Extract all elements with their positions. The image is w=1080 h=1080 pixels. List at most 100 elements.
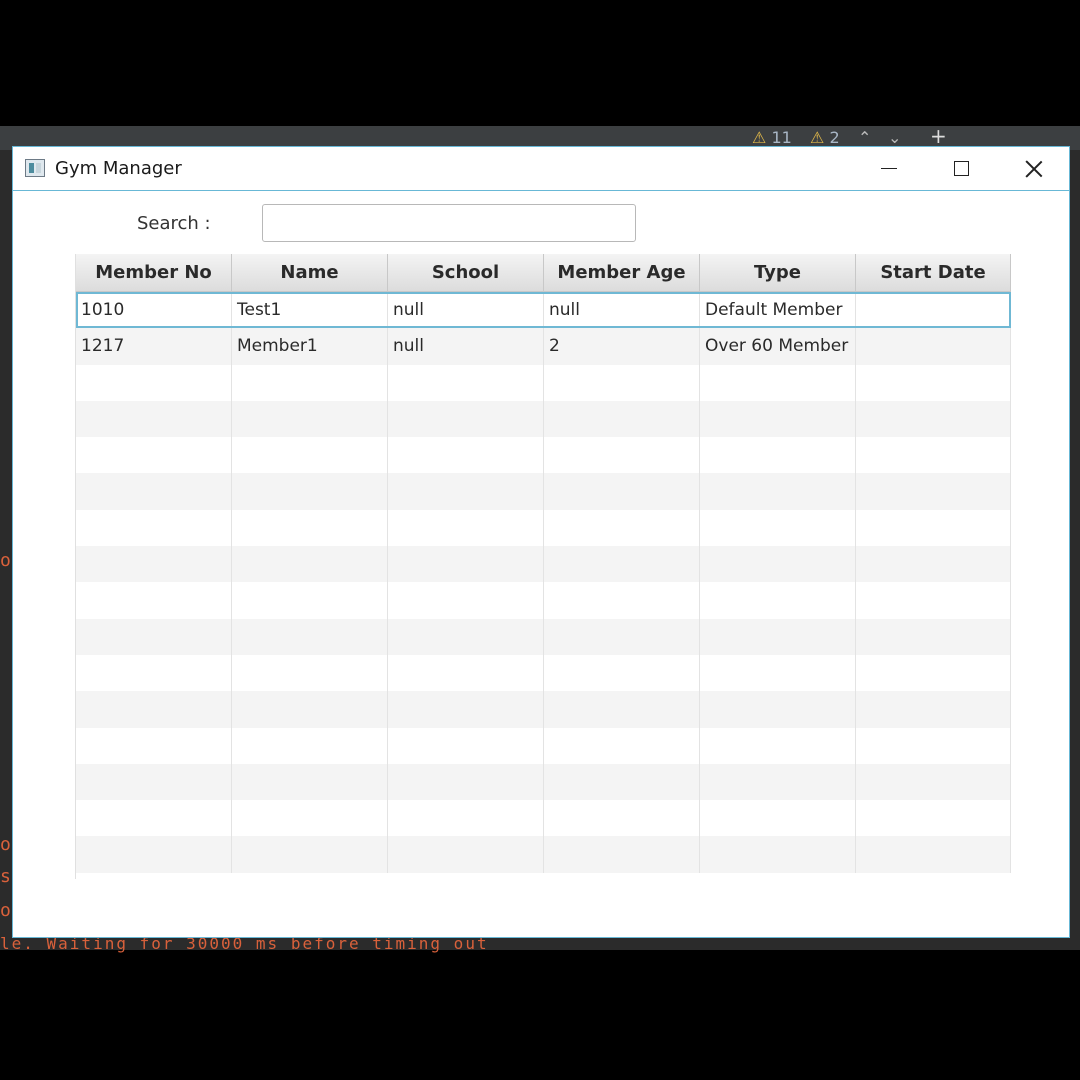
empty-table-row[interactable]	[76, 582, 1011, 619]
table-cell	[232, 618, 388, 655]
column-header-school[interactable]: School	[388, 254, 544, 292]
empty-table-row[interactable]	[76, 473, 1011, 510]
empty-table-row[interactable]	[76, 400, 1011, 438]
table-cell	[544, 691, 700, 728]
table-cell	[232, 400, 388, 438]
empty-table-row[interactable]	[76, 618, 1011, 655]
table-cell	[544, 364, 700, 401]
chevron-down-icon[interactable]: ⌄	[888, 128, 901, 147]
table-cell	[700, 400, 856, 438]
table-cell	[388, 654, 544, 692]
console-char: s	[0, 866, 11, 887]
column-header-start-date[interactable]: Start Date	[856, 254, 1011, 292]
table-cell: Default Member	[700, 292, 856, 329]
table-cell: null	[388, 292, 544, 329]
table-cell: null	[544, 292, 700, 329]
table-cell	[76, 691, 232, 728]
table-cell	[700, 582, 856, 619]
minimize-button[interactable]	[853, 147, 925, 191]
empty-table-row[interactable]	[76, 691, 1011, 728]
table-cell: 1217	[76, 328, 232, 365]
table-cell	[232, 800, 388, 837]
table-cell	[544, 800, 700, 837]
table-cell	[232, 509, 388, 547]
table-cell	[700, 509, 856, 547]
table-cell	[700, 727, 856, 764]
table-cell	[232, 836, 388, 873]
table-cell	[856, 582, 1011, 619]
table-cell	[856, 437, 1011, 474]
empty-table-row[interactable]	[76, 437, 1011, 474]
table-cell	[856, 691, 1011, 728]
table-cell	[856, 546, 1011, 583]
weak-warning-icon: ⚠	[810, 128, 825, 147]
table-cell	[700, 836, 856, 873]
table-cell	[388, 437, 544, 474]
table-cell	[700, 364, 856, 401]
console-char: o	[0, 900, 11, 921]
table-cell	[76, 400, 232, 438]
warning-icon: ⚠	[752, 128, 767, 147]
table-cell	[76, 437, 232, 474]
chevron-up-icon[interactable]: ⌃	[858, 128, 871, 147]
table-cell	[700, 654, 856, 692]
maximize-button[interactable]	[925, 147, 997, 191]
table-cell: Test1	[232, 292, 388, 329]
weak-warnings-indicator[interactable]: ⚠ 2	[810, 128, 840, 147]
table-cell	[856, 836, 1011, 873]
table-cell	[856, 763, 1011, 801]
column-header-name[interactable]: Name	[232, 254, 388, 292]
empty-table-row[interactable]	[76, 727, 1011, 764]
table-cell	[232, 727, 388, 764]
empty-table-row[interactable]	[76, 364, 1011, 401]
table-cell	[76, 763, 232, 801]
gym-manager-window: Gym Manager Search : Member No Name Scho…	[12, 146, 1070, 938]
table-cell	[544, 546, 700, 583]
table-cell: 2	[544, 328, 700, 365]
empty-table-row[interactable]	[76, 763, 1011, 801]
table-cell	[544, 582, 700, 619]
table-cell	[700, 473, 856, 510]
weak-warnings-count: 2	[829, 128, 840, 147]
table-cell	[76, 582, 232, 619]
close-button[interactable]	[997, 147, 1069, 191]
empty-table-row[interactable]	[76, 546, 1011, 583]
window-title: Gym Manager	[55, 158, 182, 179]
table-cell	[76, 800, 232, 837]
table-cell	[388, 727, 544, 764]
table-cell	[544, 763, 700, 801]
table-cell	[544, 437, 700, 474]
app-icon	[25, 159, 45, 177]
table-cell	[700, 546, 856, 583]
plus-icon[interactable]: +	[930, 124, 947, 148]
table-body: 1010 Test1 null null Default Member 1217 Membe…	[76, 292, 1011, 873]
table-cell	[700, 691, 856, 728]
table-cell	[388, 763, 544, 801]
table-row[interactable]: 1010 Test1 null null Default Member	[76, 292, 1011, 329]
title-bar[interactable]: Gym Manager	[13, 147, 1069, 191]
table-cell	[76, 546, 232, 583]
table-cell	[544, 509, 700, 547]
column-header-member-age[interactable]: Member Age	[544, 254, 700, 292]
table-cell	[700, 618, 856, 655]
empty-table-row[interactable]	[76, 836, 1011, 873]
table-cell	[76, 509, 232, 547]
table-cell	[544, 654, 700, 692]
table-cell	[388, 836, 544, 873]
table-cell	[388, 618, 544, 655]
column-header-member-no[interactable]: Member No	[76, 254, 232, 292]
table-cell	[232, 473, 388, 510]
empty-table-row[interactable]	[76, 800, 1011, 837]
table-cell	[856, 473, 1011, 510]
empty-table-row[interactable]	[76, 509, 1011, 547]
column-header-type[interactable]: Type	[700, 254, 856, 292]
search-input[interactable]	[262, 204, 636, 242]
table-cell	[232, 437, 388, 474]
empty-table-row[interactable]	[76, 654, 1011, 692]
warnings-indicator[interactable]: ⚠ 11	[752, 128, 792, 147]
table-row[interactable]: 1217 Member1 null 2 Over 60 Member	[76, 328, 1011, 365]
table-header: Member No Name School Member Age Type St…	[76, 254, 1011, 292]
table-cell	[856, 509, 1011, 547]
table-cell	[76, 364, 232, 401]
table-cell	[232, 691, 388, 728]
